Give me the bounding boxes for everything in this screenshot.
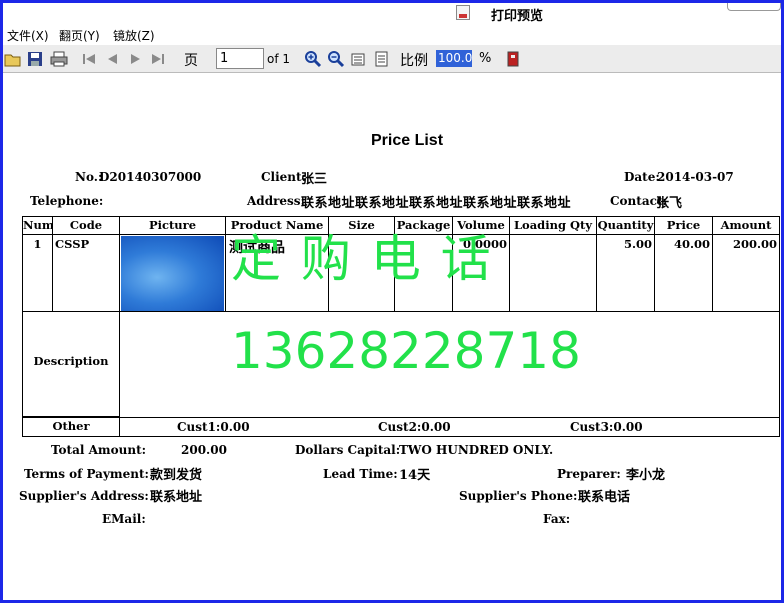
zoom-out-icon[interactable]	[327, 50, 345, 68]
row-quantity: 5.00	[596, 234, 655, 312]
product-thumbnail-image	[121, 236, 224, 311]
print-icon[interactable]	[50, 50, 68, 68]
toolbar: 页 1 of 1 比例 100.0 %	[3, 45, 781, 73]
address-value: 联系地址联系地址联系地址联系地址联系地址	[301, 196, 572, 211]
whole-page-icon[interactable]	[373, 50, 391, 68]
lead-time-value: 14天	[399, 468, 431, 483]
header-loading-qty: Loading Qty	[509, 216, 597, 235]
dollars-capital-value: TWO HUNDRED ONLY.	[399, 443, 554, 457]
date-label: Date:	[624, 170, 660, 184]
dollars-capital-label: Dollars Capital:	[295, 443, 401, 457]
page-number-input[interactable]: 1	[216, 48, 264, 69]
preparer-label: Preparer:	[557, 467, 621, 481]
menu-file[interactable]: 文件(X)	[7, 27, 49, 44]
total-amount-value: 200.00	[181, 443, 227, 457]
print-preview-window: 打印预览 文件(X) 翻页(Y) 镜放(Z) 页 1 of 1 比例 100.0…	[0, 0, 784, 603]
header-price: Price	[654, 216, 713, 235]
watermark-order-phone-text: 定 购 电 话	[231, 230, 493, 288]
supplier-address-value: 联系地址	[150, 490, 203, 505]
menu-page[interactable]: 翻页(Y)	[59, 27, 100, 44]
email-label: EMail:	[102, 512, 146, 526]
menu-bar: 文件(X) 翻页(Y) 镜放(Z)	[3, 24, 781, 45]
exit-icon[interactable]	[504, 50, 522, 68]
header-num: Num	[22, 216, 53, 235]
page-label: 页	[184, 53, 198, 69]
supplier-phone-label: Supplier's Phone:	[459, 489, 578, 503]
row-loading-qty	[509, 234, 597, 312]
supplier-phone-value: 联系电话	[578, 490, 631, 505]
last-page-icon[interactable]	[149, 50, 167, 68]
order-no-value: D20140307000	[99, 170, 202, 184]
row-num: 1	[22, 234, 53, 312]
client-label: Client:	[261, 170, 306, 184]
preparer-value: 李小龙	[626, 468, 666, 483]
cust1-value: Cust1:0.00	[177, 420, 250, 434]
cust3-value: Cust3:0.00	[570, 420, 643, 434]
page-width-icon[interactable]	[350, 50, 368, 68]
zoom-in-icon[interactable]	[304, 50, 322, 68]
title-bar: 打印预览	[3, 3, 781, 24]
zoom-percent-unit: %	[479, 51, 492, 66]
page-total: of 1	[267, 52, 291, 66]
other-label: Other	[22, 417, 120, 437]
header-picture: Picture	[119, 216, 226, 235]
header-amount: Amount	[712, 216, 780, 235]
row-price: 40.00	[654, 234, 713, 312]
contact-value: 张飞	[656, 196, 683, 211]
report-page: Price List No.: D20140307000 Client: 张三 …	[3, 74, 781, 600]
row-amount: 200.00	[712, 234, 780, 312]
telephone-label: Telephone:	[30, 194, 104, 208]
zoom-ratio-input[interactable]: 100.0	[436, 50, 472, 67]
description-label: Description	[22, 311, 120, 417]
document-title: Price List	[371, 132, 444, 149]
total-amount-label: Total Amount:	[51, 443, 147, 457]
save-icon[interactable]	[26, 50, 44, 68]
window-title: 打印预览	[491, 9, 544, 24]
watermark-phone-number: 13628228718	[231, 322, 581, 380]
previous-page-icon[interactable]	[103, 50, 121, 68]
terms-of-payment-label: Terms of Payment:	[24, 467, 149, 481]
next-page-icon[interactable]	[127, 50, 145, 68]
print-preview-icon	[456, 5, 470, 20]
header-code: Code	[52, 216, 120, 235]
date-value: 2014-03-07	[657, 170, 734, 184]
open-folder-icon[interactable]	[4, 50, 22, 68]
client-value: 张三	[301, 172, 328, 187]
row-code: CSSP	[52, 234, 120, 312]
terms-of-payment-value: 款到发货	[150, 468, 203, 483]
cust2-value: Cust2:0.00	[378, 420, 451, 434]
ratio-label: 比例	[400, 53, 428, 69]
lead-time-label: Lead Time:	[323, 467, 398, 481]
menu-zoom[interactable]: 镜放(Z)	[113, 27, 155, 44]
fax-label: Fax:	[543, 512, 571, 526]
supplier-address-label: Supplier's Address:	[19, 489, 149, 503]
first-page-icon[interactable]	[80, 50, 98, 68]
address-label: Address:	[247, 194, 305, 208]
window-controls[interactable]	[727, 3, 781, 11]
header-quantity: Quantity	[596, 216, 655, 235]
